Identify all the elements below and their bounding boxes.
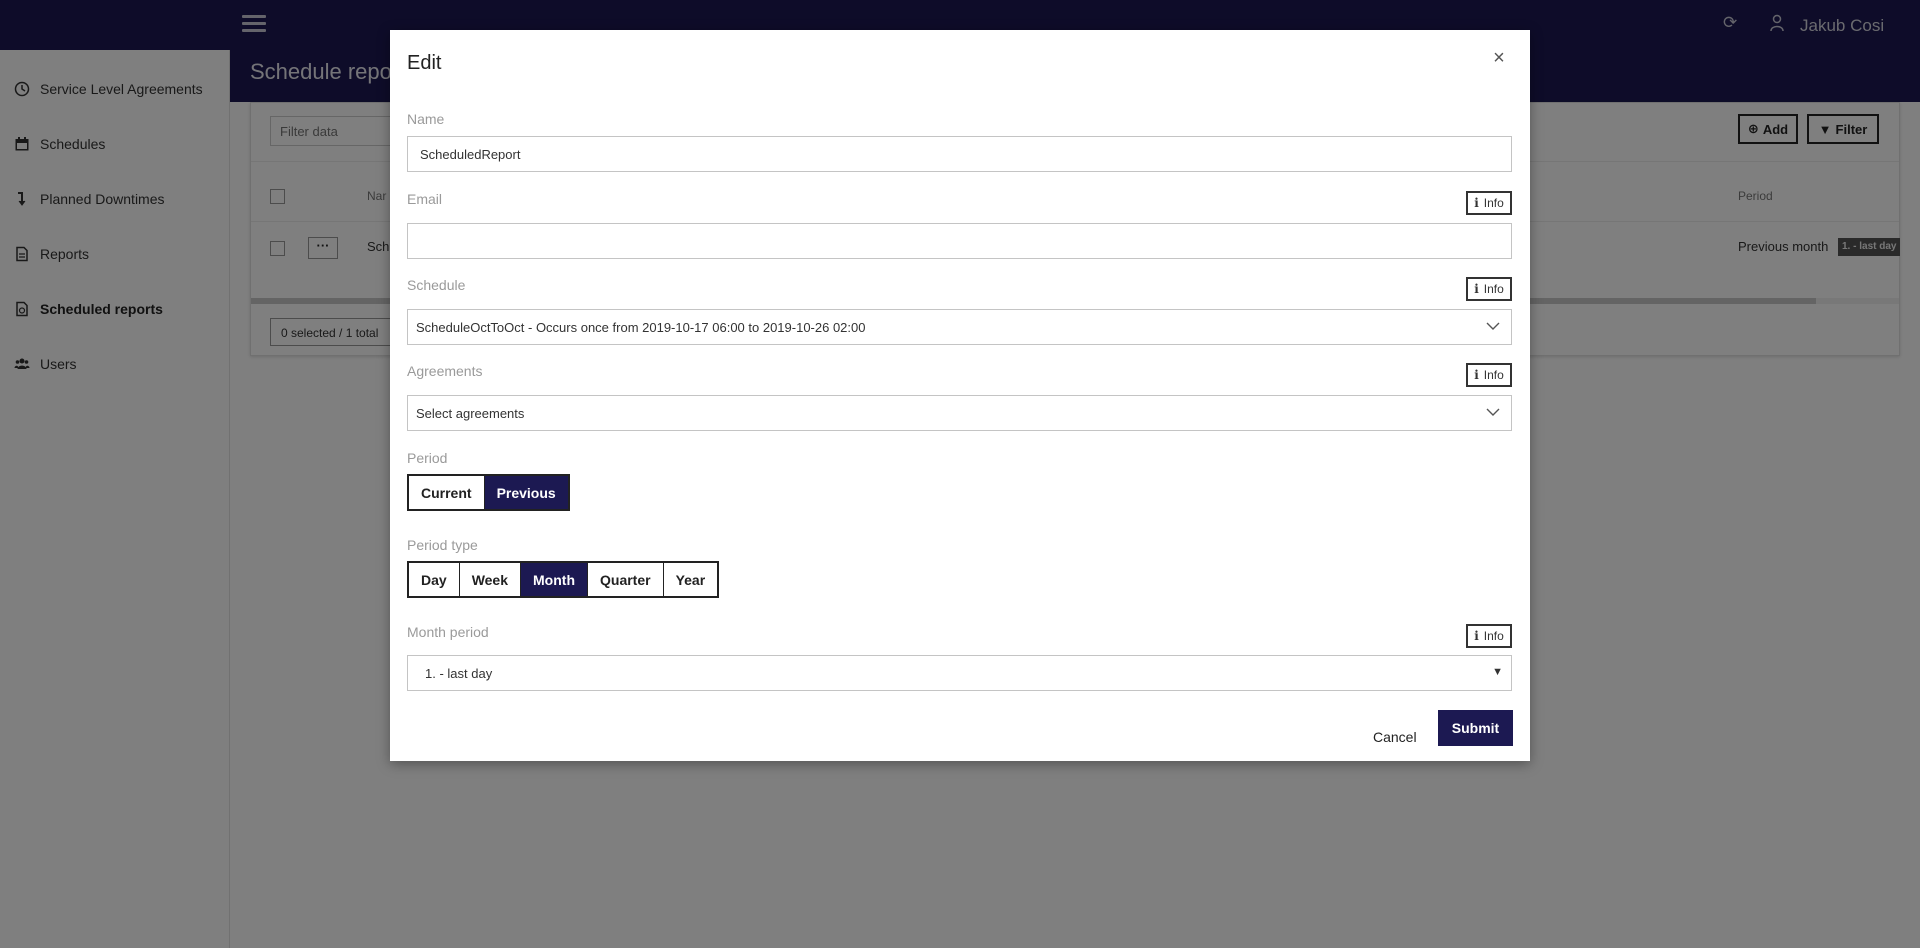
- month-period-select[interactable]: 1. - last day ▼: [407, 655, 1512, 691]
- close-icon[interactable]: ×: [1490, 47, 1508, 69]
- period-type-toggle: Day Week Month Quarter Year: [407, 561, 720, 598]
- agreements-select-value: Select agreements: [416, 405, 525, 421]
- email-label: Email: [407, 191, 443, 207]
- cancel-button[interactable]: Cancel: [1373, 729, 1417, 745]
- agreements-info-button[interactable]: i Info: [1466, 363, 1512, 387]
- schedule-info-button[interactable]: i Info: [1466, 277, 1512, 301]
- schedule-select-value: ScheduleOctToOct - Occurs once from 2019…: [416, 319, 866, 335]
- period-toggle: Current Previous: [407, 474, 570, 511]
- period-option-previous[interactable]: Previous: [484, 476, 568, 509]
- email-info-button[interactable]: i Info: [1466, 191, 1512, 215]
- chevron-down-icon: [1486, 322, 1500, 330]
- period-label: Period: [407, 450, 448, 466]
- dialog-title: Edit: [407, 52, 442, 74]
- chevron-down-icon: [1486, 408, 1500, 416]
- info-icon: i: [1474, 629, 1479, 643]
- period-type-option-week[interactable]: Week: [459, 563, 522, 596]
- period-option-current[interactable]: Current: [409, 476, 485, 509]
- name-input[interactable]: [407, 136, 1512, 172]
- agreements-label: Agreements: [407, 363, 483, 379]
- period-type-option-month[interactable]: Month: [521, 563, 588, 596]
- submit-button[interactable]: Submit: [1438, 710, 1513, 746]
- info-icon: i: [1474, 196, 1479, 210]
- schedule-label: Schedule: [407, 277, 466, 293]
- month-period-label: Month period: [407, 624, 489, 640]
- info-icon: i: [1474, 282, 1479, 296]
- info-icon: i: [1474, 368, 1479, 382]
- caret-down-icon: ▼: [1492, 666, 1503, 678]
- agreements-select[interactable]: Select agreements: [407, 395, 1512, 431]
- period-type-option-quarter[interactable]: Quarter: [588, 563, 664, 596]
- schedule-select[interactable]: ScheduleOctToOct - Occurs once from 2019…: [407, 309, 1512, 345]
- edit-dialog: Edit × Name Email iInfo Schedule iInfo S…: [390, 30, 1530, 761]
- month-period-select-value: 1. - last day: [425, 665, 493, 681]
- email-input[interactable]: [407, 223, 1512, 259]
- month-period-info-button[interactable]: i Info: [1466, 624, 1512, 648]
- name-label: Name: [407, 111, 445, 127]
- period-type-label: Period type: [407, 537, 478, 553]
- period-type-option-day[interactable]: Day: [409, 563, 460, 596]
- period-type-option-year[interactable]: Year: [663, 563, 718, 596]
